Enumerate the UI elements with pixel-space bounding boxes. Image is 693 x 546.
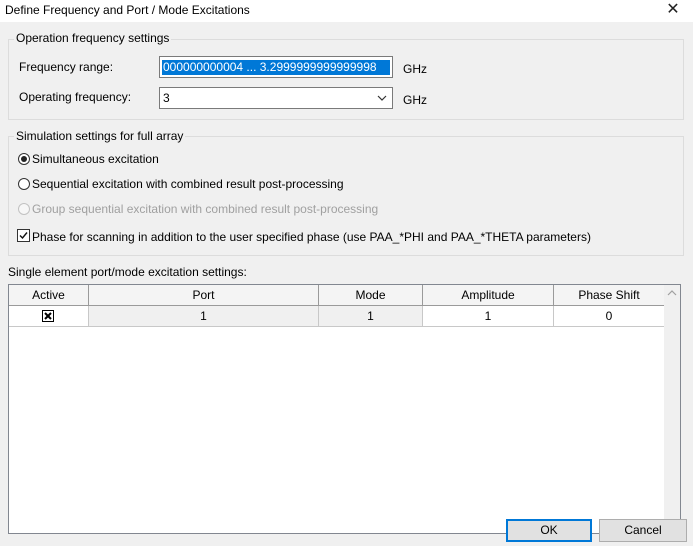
frequency-range-label: Frequency range: [19, 60, 114, 74]
operating-frequency-value: 3 [163, 91, 170, 105]
frequency-range-field[interactable]: 000000000004 ... 3.2999999999999998 [159, 56, 393, 78]
port-excitation-table[interactable]: Active Port Mode Amplitude Phase Shift 1… [8, 284, 681, 534]
sequential-excitation-radio[interactable] [18, 178, 30, 190]
checkmark-icon [19, 232, 28, 240]
column-header-active[interactable]: Active [9, 285, 89, 306]
column-header-port[interactable]: Port [89, 285, 319, 306]
operation-frequency-group-label: Operation frequency settings [14, 31, 172, 45]
active-checkbox[interactable] [42, 310, 54, 322]
ok-button[interactable]: OK [506, 519, 592, 542]
sequential-excitation-label[interactable]: Sequential excitation with combined resu… [32, 177, 344, 191]
table-row-active-cell[interactable] [9, 306, 89, 327]
operating-frequency-unit: GHz [403, 93, 427, 107]
phase-scanning-checkbox[interactable] [17, 229, 30, 242]
dialog-body: Operation frequency settings Frequency r… [0, 22, 693, 546]
x-mark-icon [44, 312, 52, 320]
column-header-mode[interactable]: Mode [319, 285, 423, 306]
cancel-button[interactable]: Cancel [599, 519, 687, 542]
group-sequential-excitation-radio [18, 203, 30, 215]
scroll-up-arrow-icon[interactable] [664, 285, 680, 301]
window-title: Define Frequency and Port / Mode Excitat… [5, 3, 250, 17]
column-header-phase-shift[interactable]: Phase Shift [554, 285, 665, 306]
table-row-mode-cell: 1 [319, 306, 423, 327]
simultaneous-excitation-label[interactable]: Simultaneous excitation [32, 152, 159, 166]
table-vertical-scrollbar[interactable] [664, 285, 680, 533]
title-bar: Define Frequency and Port / Mode Excitat… [0, 0, 693, 22]
operating-frequency-label: Operating frequency: [19, 90, 132, 104]
table-row-port-cell: 1 [89, 306, 319, 327]
column-header-amplitude[interactable]: Amplitude [423, 285, 554, 306]
simultaneous-excitation-radio[interactable] [18, 153, 30, 165]
frequency-range-value: 000000000004 ... 3.2999999999999998 [162, 60, 390, 75]
table-row-amplitude-cell[interactable]: 1 [423, 306, 554, 327]
phase-scanning-label[interactable]: Phase for scanning in addition to the us… [32, 230, 591, 244]
operating-frequency-combo[interactable]: 3 [159, 87, 393, 109]
table-row-phase-shift-cell[interactable]: 0 [554, 306, 665, 327]
close-icon[interactable]: ✕ [665, 1, 681, 19]
port-excitation-section-label: Single element port/mode excitation sett… [8, 265, 247, 279]
frequency-range-unit: GHz [403, 62, 427, 76]
group-sequential-excitation-label: Group sequential excitation with combine… [32, 202, 379, 216]
chevron-down-icon[interactable] [376, 90, 388, 106]
simulation-settings-group-label: Simulation settings for full array [14, 129, 186, 143]
